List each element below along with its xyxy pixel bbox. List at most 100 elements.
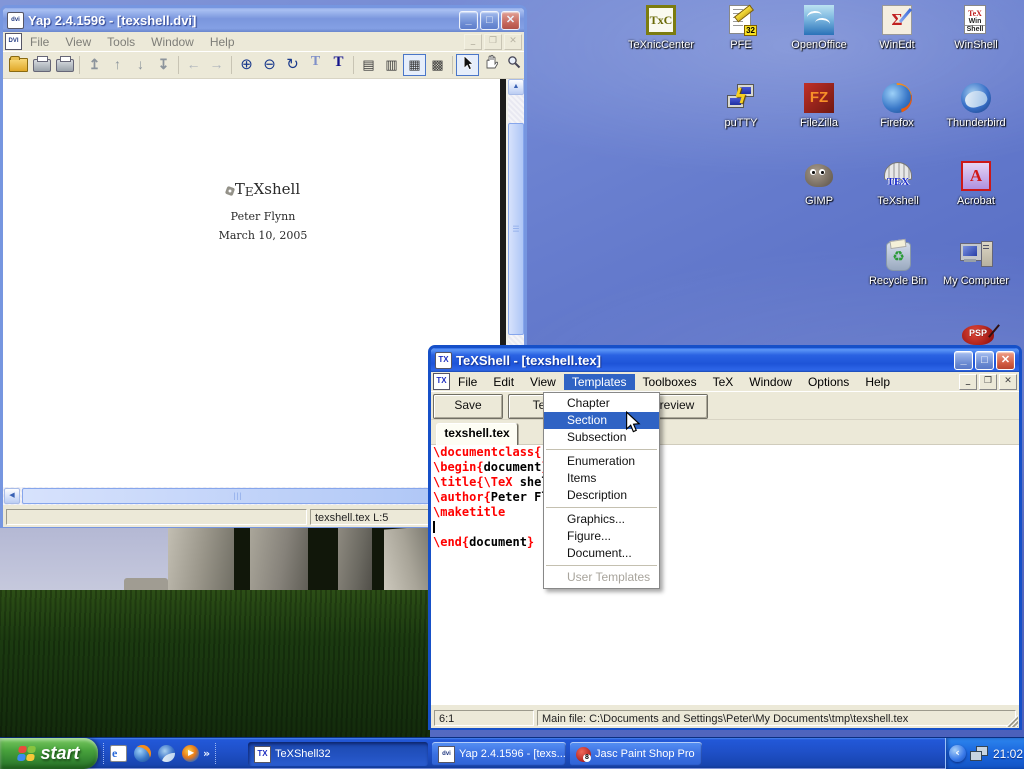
scroll-left-button[interactable]: ◀ — [4, 488, 20, 504]
hand-tool-button[interactable] — [479, 54, 502, 76]
menu-templates[interactable]: Templates — [564, 374, 635, 390]
continuous-view-button[interactable]: ▦ — [403, 54, 426, 76]
mdi-restore-button[interactable]: ❐ — [979, 374, 997, 390]
save-button[interactable]: Save — [433, 394, 503, 419]
desktop-icon-thunderbird[interactable]: Thunderbird — [937, 82, 1015, 129]
editor-line: \title{\TeX shell} — [431, 475, 1019, 490]
menu-item-graphics[interactable]: Graphics... — [544, 511, 659, 528]
next-page-button[interactable]: ↓ — [129, 54, 152, 76]
quick-launch-firefox-icon[interactable] — [134, 745, 151, 762]
desktop-icon-paint-shop-pro[interactable]: PSP — [960, 323, 996, 347]
yap-mdi-close-button[interactable]: ✕ — [504, 34, 522, 50]
menu-options[interactable]: Options — [800, 374, 857, 390]
desktop-icon-winshell[interactable]: TeXWinShell WinShell — [937, 4, 1015, 51]
my-computer-icon — [960, 240, 992, 272]
zoom-in-button[interactable]: ⊕ — [235, 54, 258, 76]
desktop-icon-gimp[interactable]: GIMP — [780, 160, 858, 207]
quick-launch-overflow-chevron[interactable]: » — [203, 747, 210, 760]
menu-item-figure[interactable]: Figure... — [544, 528, 659, 545]
network-tray-icon[interactable] — [970, 746, 988, 762]
desktop-icon-pfe[interactable]: 32 PFE — [702, 4, 780, 51]
last-page-button[interactable]: ↧ — [152, 54, 175, 76]
previous-page-button[interactable]: ↑ — [106, 54, 129, 76]
scroll-up-button[interactable]: ▲ — [508, 79, 524, 95]
magnifier-tool-button[interactable] — [502, 54, 525, 76]
two-page-view-button[interactable]: ▥ — [380, 54, 403, 76]
yap-menu-view[interactable]: View — [57, 34, 99, 50]
acrobat-icon: A — [960, 160, 992, 192]
desktop-icon-acrobat[interactable]: A Acrobat — [937, 160, 1015, 207]
icon-label: GIMP — [780, 195, 858, 207]
menu-edit[interactable]: Edit — [485, 374, 522, 390]
first-page-button[interactable]: ↥ — [83, 54, 106, 76]
desktop-icon-putty[interactable]: ϟ puTTY — [702, 82, 780, 129]
yap-menu-file[interactable]: File — [22, 34, 57, 50]
yap-mdi-restore-button[interactable]: ❐ — [484, 34, 502, 50]
menu-tex[interactable]: TeX — [705, 374, 742, 390]
tab-texshell-tex[interactable]: texshell.tex — [436, 423, 518, 446]
mouse-cursor — [625, 411, 641, 433]
select-tool-button[interactable] — [456, 54, 479, 76]
quick-launch-outlook-express-icon[interactable]: e — [110, 745, 127, 762]
yap-mdi-minimize-button[interactable]: _ — [464, 34, 482, 50]
back-button[interactable]: ← — [182, 54, 205, 76]
yap-minimize-button[interactable]: _ — [459, 11, 478, 30]
menu-item-subsection[interactable]: Subsection — [544, 429, 659, 446]
icon-label: TeXnicCenter — [622, 39, 700, 51]
start-button[interactable]: start — [0, 738, 98, 769]
yap-titlebar[interactable]: dvi Yap 2.4.1596 - [texshell.dvi] _ □ ✕ — [3, 8, 524, 32]
refresh-button[interactable]: ↻ — [281, 54, 304, 76]
print-button[interactable] — [30, 54, 53, 76]
continuous-facing-view-button[interactable]: ▩ — [426, 54, 449, 76]
ruler-tool-button[interactable]: T — [304, 54, 327, 76]
menu-item-section[interactable]: Section — [544, 412, 659, 429]
yap-menu-tools[interactable]: Tools — [99, 34, 143, 50]
resize-grip[interactable] — [1006, 715, 1018, 727]
desktop-icon-filezilla[interactable]: FZ FileZilla — [780, 82, 858, 129]
texshell-close-button[interactable]: ✕ — [996, 351, 1015, 370]
texshell-minimize-button[interactable]: _ — [954, 351, 973, 370]
taskbar-button-paint-shop-pro[interactable]: 8 Jasc Paint Shop Pro — [570, 742, 702, 766]
menu-window[interactable]: Window — [741, 374, 800, 390]
desktop-icon-firefox[interactable]: Firefox — [858, 82, 936, 129]
taskbar-button-texshell[interactable]: TX TeXShell32 — [248, 742, 428, 766]
menu-item-document[interactable]: Document... — [544, 545, 659, 562]
mdi-close-button[interactable]: ✕ — [999, 374, 1017, 390]
mdi-minimize-button[interactable]: _ — [959, 374, 977, 390]
desktop-icon-winedt[interactable]: Σ WinEdt — [858, 4, 936, 51]
desktop-icon-openoffice[interactable]: OpenOffice — [780, 4, 858, 51]
desktop-icon-my-computer[interactable]: My Computer — [937, 240, 1015, 287]
yap-menu-help[interactable]: Help — [202, 34, 243, 50]
menu-help[interactable]: Help — [857, 374, 898, 390]
vertical-scroll-thumb[interactable]: ☰ — [508, 123, 524, 335]
menu-item-user-templates[interactable]: User Templates — [544, 569, 659, 586]
texshell-maximize-button[interactable]: □ — [975, 351, 994, 370]
open-button[interactable] — [7, 54, 30, 76]
tray-collapse-chevron[interactable]: ‹ — [949, 745, 966, 762]
taskbar-button-yap[interactable]: dvi Yap 2.4.1596 - [texs... — [432, 742, 566, 766]
desktop-icon-recycle-bin[interactable]: ♻ Recycle Bin — [859, 240, 937, 287]
yap-maximize-button[interactable]: □ — [480, 11, 499, 30]
print-page-button[interactable] — [53, 54, 76, 76]
desktop-icon-texniccenter[interactable]: TxC TeXnicCenter — [622, 4, 700, 51]
menu-item-description[interactable]: Description — [544, 487, 659, 504]
zoom-out-button[interactable]: ⊖ — [258, 54, 281, 76]
yap-close-button[interactable]: ✕ — [501, 11, 520, 30]
yap-status-left — [6, 509, 307, 525]
menu-item-chapter[interactable]: Chapter — [544, 395, 659, 412]
text-tool-button[interactable]: T — [327, 54, 350, 76]
menu-item-items[interactable]: Items — [544, 470, 659, 487]
quick-launch-media-player-icon[interactable]: ▶ — [182, 745, 199, 762]
editor-area[interactable]: \documentclass{ \begin{document} \title{… — [431, 445, 1019, 705]
forward-button[interactable]: → — [205, 54, 228, 76]
menu-toolboxes[interactable]: Toolboxes — [635, 374, 705, 390]
horizontal-scroll-thumb[interactable]: ||| — [22, 488, 454, 504]
menu-item-enumeration[interactable]: Enumeration — [544, 453, 659, 470]
quick-launch-thunderbird-icon[interactable] — [158, 745, 175, 762]
desktop-icon-texshell[interactable]: TEX TeXshell — [859, 160, 937, 207]
yap-menu-window[interactable]: Window — [143, 34, 202, 50]
single-page-view-button[interactable]: ▤ — [357, 54, 380, 76]
menu-file[interactable]: File — [450, 374, 485, 390]
menu-view[interactable]: View — [522, 374, 564, 390]
texshell-titlebar[interactable]: TX TeXShell - [texshell.tex] _ □ ✕ — [431, 348, 1019, 372]
